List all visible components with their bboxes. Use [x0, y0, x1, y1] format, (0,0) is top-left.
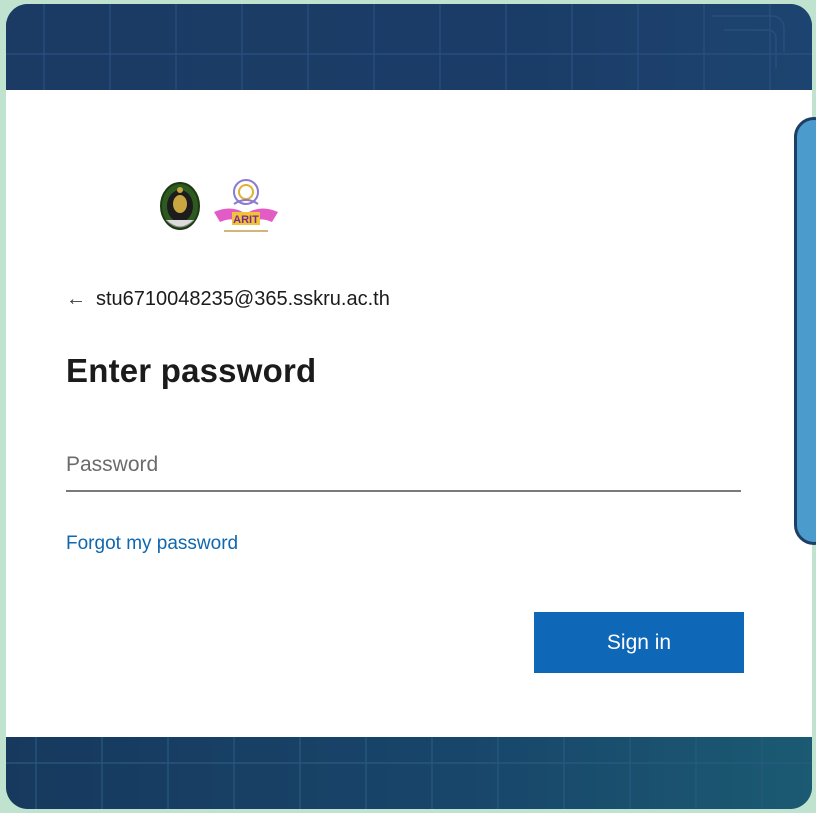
- header-band: [6, 4, 812, 90]
- header-grid-pattern: [6, 4, 812, 90]
- arit-logo-text: ARIT: [233, 214, 259, 226]
- password-input[interactable]: [66, 440, 741, 492]
- sign-in-frame: [6, 4, 812, 809]
- side-info-panel: [794, 117, 816, 545]
- forgot-password-link[interactable]: Forgot my password: [66, 533, 238, 555]
- sign-in-button[interactable]: Sign in: [534, 612, 744, 673]
- account-email: stu6710048235@365.sskru.ac.th: [96, 287, 390, 310]
- account-row: ← stu6710048235@365.sskru.ac.th: [66, 284, 390, 314]
- arit-emblem-icon: ARIT: [214, 179, 278, 232]
- back-arrow-icon[interactable]: ←: [66, 288, 86, 311]
- footer-band: [6, 737, 812, 809]
- footer-grid-pattern: [6, 737, 812, 809]
- page-title: Enter password: [66, 352, 317, 389]
